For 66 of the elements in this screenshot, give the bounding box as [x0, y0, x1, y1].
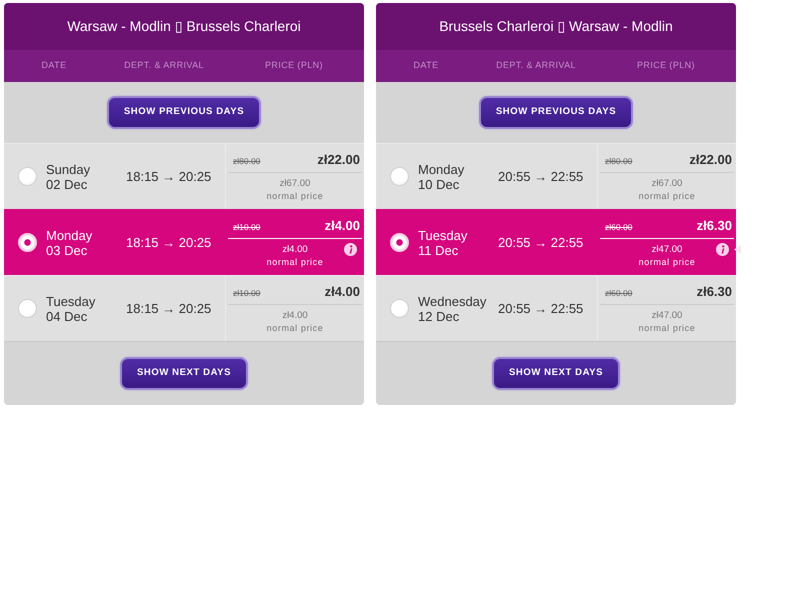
normal-price: zł4.00 — [282, 244, 308, 256]
normal-price: zł67.00 — [280, 178, 310, 190]
radio-button[interactable] — [18, 299, 37, 318]
show-next-days-button[interactable]: SHOW NEXT DAYS — [492, 357, 620, 390]
normal-price: zł47.00 — [652, 310, 682, 322]
fare-price: zł22.00 — [689, 151, 732, 169]
column-header: DEPT. & ARRIVAL — [124, 59, 204, 72]
show-next-days-button[interactable]: SHOW NEXT DAYS — [120, 357, 248, 390]
normal-price: zł67.00 — [652, 178, 682, 190]
normal-price-label: normal price — [638, 256, 696, 268]
date-text: 04 Dec — [46, 308, 88, 324]
fare-price: zł6.30 — [696, 283, 732, 301]
info-icon — [344, 243, 357, 256]
column-header: PRICE (PLN) — [637, 59, 695, 72]
route-title: Warsaw - Modlin ▯ Brussels Charleroi — [4, 3, 364, 50]
fare-price: zł4.00 — [324, 283, 360, 301]
old-price: zł60.00 — [605, 287, 632, 300]
column-header: DEPT. & ARRIVAL — [496, 59, 576, 72]
weekday-text: Sunday — [46, 162, 92, 176]
normal-price-label: normal price — [638, 322, 696, 334]
date-text: 02 Dec — [46, 176, 88, 192]
old-price: zł60.00 — [605, 221, 632, 234]
fare-price: zł4.00 — [324, 217, 360, 235]
radio-button[interactable] — [18, 233, 37, 252]
flight-row[interactable]: Monday 10 Dec 20:55 → 22:55 zł80.00 zł22.00 zł67.00 normal price — [376, 143, 736, 209]
fare-price: zł22.00 — [317, 151, 360, 169]
normal-price-label: normal price — [266, 322, 324, 334]
route-title: Brussels Charleroi ▯ Warsaw - Modlin — [376, 3, 736, 50]
time-text: 20:55 → 22:55 — [498, 300, 584, 318]
show-previous-days-button[interactable]: SHOW PREVIOUS DAYS — [478, 96, 634, 129]
old-price: zł80.00 — [605, 155, 632, 168]
date-text: 12 Dec — [418, 308, 460, 324]
time-text: 18:15 → 20:25 — [126, 234, 212, 252]
flight-row[interactable]: Monday 03 Dec 18:15 → 20:25 zł10.00 zł4.00 zł4.00 normal price — [4, 209, 364, 275]
weekday-text: Tuesday — [418, 228, 468, 242]
radio-button[interactable] — [18, 167, 37, 186]
column-header: PRICE (PLN) — [265, 59, 323, 72]
time-text: 18:15 → 20:25 — [126, 300, 212, 318]
flight-row[interactable]: Tuesday 04 Dec 18:15 → 20:25 zł10.00 zł4.00 zł4.00 normal price — [4, 275, 364, 341]
fare-price: zł6.30 — [696, 217, 732, 235]
time-text: 18:15 → 20:25 — [126, 168, 212, 186]
normal-price-label: normal price — [638, 190, 696, 202]
radio-button[interactable] — [390, 233, 409, 252]
normal-price: zł47.00 — [652, 244, 682, 256]
time-text: 20:55 → 22:55 — [498, 168, 584, 186]
weekday-text: Monday — [46, 228, 94, 242]
old-price: zł80.00 — [233, 155, 260, 168]
show-previous-days-button[interactable]: SHOW PREVIOUS DAYS — [106, 96, 262, 129]
time-text: 20:55 → 22:55 — [498, 234, 584, 252]
weekday-text: Tuesday — [46, 294, 96, 308]
radio-button[interactable] — [390, 167, 409, 186]
column-header: DATE — [414, 59, 438, 72]
info-icon — [716, 243, 729, 256]
radio-button[interactable] — [390, 299, 409, 318]
old-price: zł10.00 — [233, 221, 260, 234]
normal-price-label: normal price — [266, 256, 324, 268]
normal-price: zł4.00 — [282, 310, 308, 322]
flight-row[interactable]: Sunday 02 Dec 18:15 → 20:25 zł80.00 zł22.00 zł67.00 normal price — [4, 143, 364, 209]
weekday-text: Wednesday — [418, 294, 488, 308]
date-text: 10 Dec — [418, 176, 460, 192]
weekday-text: Monday — [418, 162, 466, 176]
date-text: 11 Dec — [418, 242, 458, 258]
column-header: DATE — [42, 59, 66, 72]
normal-price-label: normal price — [266, 190, 324, 202]
date-text: 03 Dec — [46, 242, 88, 258]
old-price: zł10.00 — [233, 287, 260, 300]
